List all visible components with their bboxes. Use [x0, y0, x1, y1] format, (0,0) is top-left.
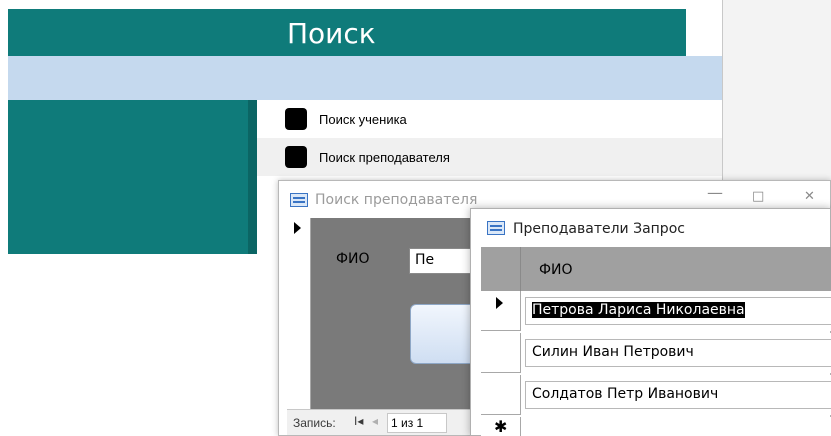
current-record-icon	[294, 222, 301, 234]
left-teal-panel	[8, 100, 257, 254]
header-band	[8, 56, 723, 100]
new-record-icon: ✱	[494, 419, 508, 436]
table-cell[interactable]: Солдатов Петр Иванович	[525, 381, 831, 409]
select-all-corner[interactable]	[481, 247, 521, 291]
table-row[interactable]: Силин Иван Петрович	[481, 333, 831, 373]
nav-item-search-teacher[interactable]: Поиск преподавателя	[257, 138, 722, 176]
nav-item-label: Поиск преподавателя	[319, 149, 450, 165]
current-row-icon	[496, 297, 503, 309]
table-cell[interactable]: Силин Иван Петрович	[525, 339, 831, 367]
left-teal-shadow	[248, 100, 257, 254]
first-record-icon[interactable]: I◂	[354, 414, 363, 428]
nav-bullet-icon	[285, 146, 307, 168]
window-title: Поиск преподавателя	[315, 192, 478, 208]
new-record-row[interactable]: ✱	[481, 417, 831, 436]
cell-text-selected: Петрова Лариса Николаевна	[532, 302, 745, 318]
form-header: Поиск	[8, 9, 686, 56]
column-header-fio[interactable]: ФИО	[539, 262, 573, 278]
form-icon	[290, 193, 308, 207]
record-position-input[interactable]: 1 из 1	[387, 413, 447, 433]
access-workspace: Поиск Поиск ученика Поиск преподавателя …	[0, 0, 831, 436]
row-selector[interactable]: ✱	[481, 417, 521, 436]
window-title: Преподаватели Запрос	[513, 221, 685, 237]
table-cell[interactable]: Петрова Лариса Николаевна	[525, 297, 831, 325]
nav-item-label: Поиск ученика	[319, 111, 407, 127]
row-selector[interactable]	[481, 375, 521, 415]
record-selector[interactable]	[287, 218, 311, 409]
close-button[interactable]: ✕	[804, 189, 815, 204]
form-title: Поиск	[287, 17, 376, 50]
table-row[interactable]: Солдатов Петр Иванович	[481, 375, 831, 415]
record-nav-label: Запись:	[293, 416, 336, 430]
nav-bullet-icon	[285, 108, 307, 130]
nav-item-search-student[interactable]: Поиск ученика	[257, 100, 722, 138]
previous-record-icon[interactable]: ◂	[372, 414, 378, 428]
window-titlebar[interactable]: Преподаватели Запрос	[471, 209, 830, 247]
fio-label: ФИО	[336, 251, 370, 267]
minimize-button[interactable]: —	[707, 183, 723, 202]
table-row[interactable]: Петрова Лариса Николаевна	[481, 291, 831, 331]
row-selector[interactable]	[481, 291, 521, 331]
query-icon	[487, 221, 505, 235]
teachers-query-window: Преподаватели Запрос ФИО Петрова Лариса …	[470, 208, 831, 436]
maximize-button[interactable]: □	[752, 189, 764, 204]
row-selector[interactable]	[481, 333, 521, 373]
datasheet-header: ФИО	[481, 247, 831, 291]
